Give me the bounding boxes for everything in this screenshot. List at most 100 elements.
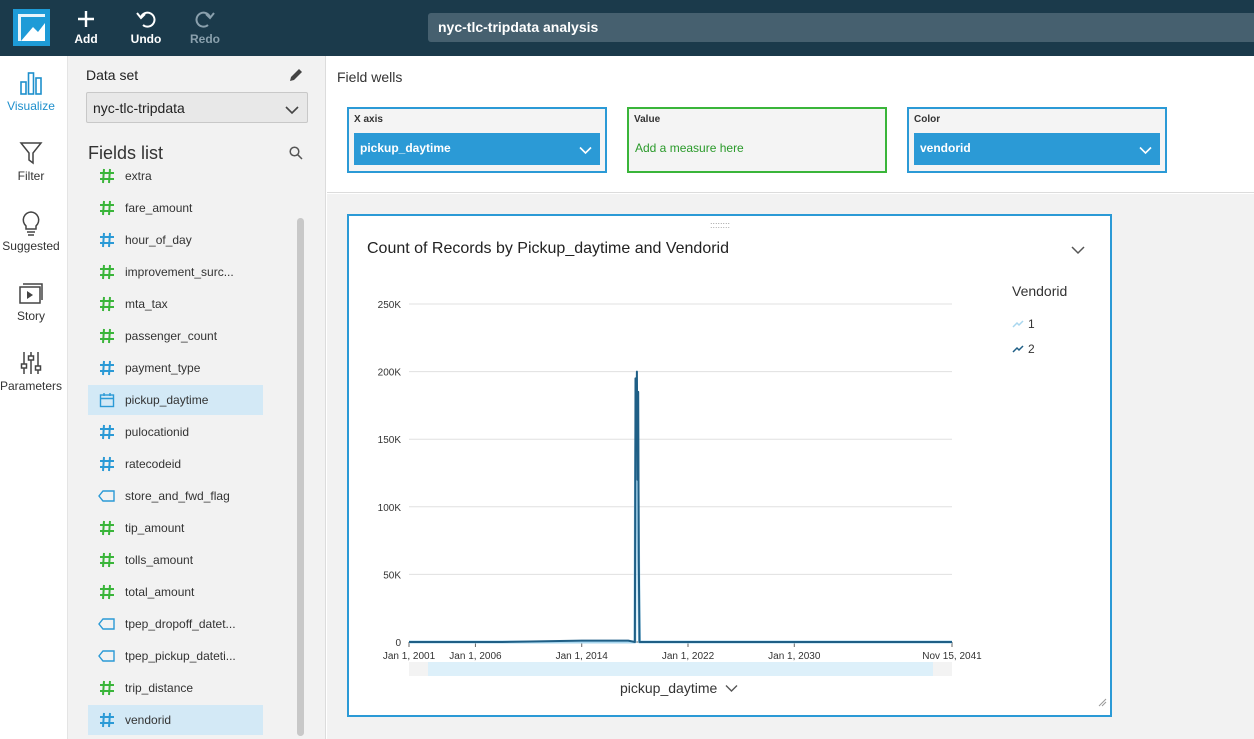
field-type-icon [88,328,125,344]
text-field-icon [97,618,115,630]
left-rail: Visualize Filter Suggested Story Paramet… [0,56,62,739]
field-item[interactable]: improvement_surc... [88,257,263,287]
quicksight-logo[interactable] [13,9,50,46]
resize-handle[interactable] [1097,694,1107,712]
edit-dataset-button[interactable] [288,67,304,88]
chevron-down-icon [725,685,738,692]
fields-scrollbar-thumb[interactable] [297,218,304,736]
field-item[interactable]: total_amount [88,577,263,607]
field-item[interactable]: mta_tax [88,289,263,319]
fields-list-title: Fields list [88,143,164,163]
pencil-icon [290,69,302,81]
sliders-icon [20,352,42,374]
rail-item-visualize[interactable]: Visualize [0,68,62,113]
chart-plot[interactable]: 0 50K 100K 150K 200K 250K Jan 1, 2001 Jan 1, 20… [349,216,1110,715]
field-type-icon [88,360,125,376]
field-item[interactable]: pulocationid [88,417,263,447]
field-name: trip_distance [125,681,194,695]
legend-item-label: 2 [1028,342,1035,356]
field-item[interactable]: payment_type [88,353,263,383]
field-type-icon [88,618,125,630]
field-name: mta_tax [125,297,168,311]
field-name: improvement_surc... [125,265,234,279]
chevron-down-icon [1139,146,1152,155]
field-item[interactable]: tolls_amount [88,545,263,575]
field-item[interactable]: tip_amount [88,513,263,543]
value-well-label: Value [634,114,661,125]
line-series-icon [1012,345,1024,353]
line-series-icon [1012,320,1024,328]
undo-label: Undo [130,32,162,46]
field-item[interactable]: trip_distance [88,673,263,703]
dataset-select[interactable]: nyc-tlc-tripdata [86,92,308,123]
search-icon [289,146,303,160]
field-name: pickup_daytime [125,393,209,407]
field-name: store_and_fwd_flag [125,489,230,503]
redo-button[interactable]: Redo [180,6,230,46]
field-type-icon [88,232,125,248]
rail-item-filter[interactable]: Filter [0,138,62,183]
rail-item-story[interactable]: Story [0,278,62,323]
series-line-1 [409,410,952,644]
field-item[interactable]: hour_of_day [88,225,263,255]
field-item[interactable]: vendorid [88,705,263,735]
undo-icon [136,11,156,28]
rail-label: Story [16,309,45,323]
story-icon [19,283,43,304]
number-field-icon [99,168,114,184]
rail-item-suggested[interactable]: Suggested [0,208,62,253]
field-type-icon [88,264,125,280]
legend-title: Vendorid [1012,283,1068,299]
y-tick-label: 50K [383,570,401,581]
x-axis-field-name: pickup_daytime [360,141,451,155]
field-name: ratecodeid [125,457,182,471]
field-name: tolls_amount [125,553,194,567]
bar-chart-icon [20,72,42,95]
legend-item-1[interactable]: 1 [1012,317,1035,331]
x-axis-field-menu[interactable]: pickup_daytime [620,680,738,696]
color-field-pill[interactable]: vendorid [914,133,1160,165]
x-axis-well[interactable]: X axis pickup_daytime [347,107,607,173]
legend-item-2[interactable]: 2 [1012,342,1035,356]
add-button[interactable]: Add [61,6,111,46]
undo-button[interactable]: Undo [121,6,171,46]
chevron-down-icon [579,146,592,155]
rail-item-parameters[interactable]: Parameters [0,348,62,393]
y-tick-label: 100K [378,503,402,514]
rail-label: Visualize [7,99,55,113]
field-item[interactable]: tpep_pickup_dateti... [88,641,263,671]
field-item[interactable]: extra [88,168,263,191]
field-item[interactable]: fare_amount [88,193,263,223]
field-name: total_amount [125,585,195,599]
field-name: payment_type [125,361,201,375]
rail-label: Filter [17,169,45,183]
field-type-icon [88,712,125,728]
line-chart-visual[interactable]: :::::::: Count of Records by Pickup_dayt… [347,214,1112,717]
field-item[interactable]: ratecodeid [88,449,263,479]
field-name: extra [125,169,152,183]
field-name: tpep_pickup_dateti... [125,649,236,663]
fields-search-button[interactable] [289,146,303,165]
resize-grip-icon [1098,698,1107,707]
field-item[interactable]: tpep_dropoff_datet... [88,609,263,639]
color-field-name: vendorid [920,141,971,155]
funnel-icon [19,142,43,165]
color-well[interactable]: Color vendorid [907,107,1167,173]
range-slider-selection [428,662,933,676]
field-item[interactable]: pickup_daytime [88,385,263,415]
field-name: vendorid [125,713,172,727]
field-name: tip_amount [125,521,185,535]
value-well[interactable]: Value Add a measure here [627,107,887,173]
analysis-title-input[interactable]: nyc-tlc-tripdata analysis [428,13,1254,42]
rail-label: Parameters [0,379,63,393]
dataset-select-value: nyc-tlc-tripdata [93,100,185,116]
x-tick-label: Nov 15, 2041 [922,651,982,662]
x-axis-field-pill[interactable]: pickup_daytime [354,133,600,165]
field-item[interactable]: store_and_fwd_flag [88,481,263,511]
rail-label: Suggested [2,239,60,253]
field-type-icon [88,584,125,600]
number-field-icon [99,712,114,728]
field-item[interactable]: passenger_count [88,321,263,351]
value-well-placeholder: Add a measure here [635,141,744,155]
redo-label: Redo [190,32,220,46]
